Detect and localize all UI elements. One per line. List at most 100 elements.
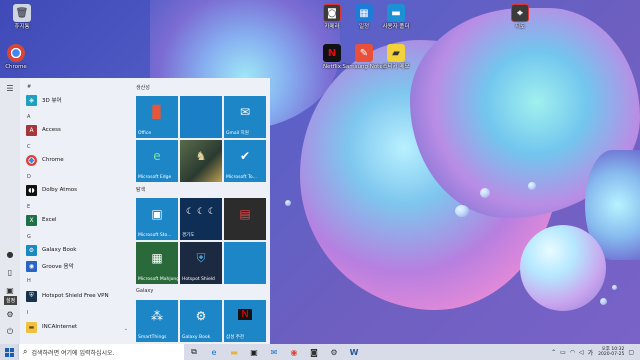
documents-icon[interactable]: ▯ xyxy=(4,266,16,278)
app-item-hotspot-shield[interactable]: ⛨ Hotspot Shield Free VPN xyxy=(26,290,109,302)
start-button[interactable] xyxy=(0,344,18,360)
wallpaper-drop xyxy=(528,182,536,190)
app-list-letter-header[interactable]: C xyxy=(27,144,31,150)
notification-icon[interactable]: ▢ xyxy=(628,349,634,356)
store-icon: ▣ xyxy=(250,347,258,357)
desktop-icon-recycle-bin[interactable]: 🗑 휴지통 xyxy=(2,4,42,31)
game-icon: ♞ xyxy=(195,149,207,163)
folder-icon: ▬ xyxy=(387,4,405,22)
groove-icon: ◉ xyxy=(26,260,37,272)
wallpaper-drop xyxy=(612,285,617,290)
user-avatar-icon[interactable]: ● xyxy=(4,248,16,260)
excel-icon: X xyxy=(26,214,37,226)
tile-group-header[interactable]: 생산성 xyxy=(136,84,150,91)
tile-area: 생산성 ▉ Office ✉ Gmail 지원 e Microsoft Edge… xyxy=(132,78,270,344)
mail-icon: ✉ xyxy=(239,105,251,119)
app-item-dolby-atmos[interactable]: ◖◗ Dolby Atmos xyxy=(26,184,77,196)
edge-icon: e xyxy=(153,149,161,163)
edge-icon: e xyxy=(211,347,217,357)
taskbar-edge[interactable]: e xyxy=(204,344,224,360)
wallpaper-bubble xyxy=(520,225,606,311)
taskbar-search-box[interactable]: ⌕ 검색하려면 여기에 입력하십시오. xyxy=(18,344,184,360)
settings-icon[interactable]: ⚙ xyxy=(4,308,16,320)
file-explorer-icon: ▬ xyxy=(230,347,238,357)
search-placeholder: 검색하려면 여기에 입력하십시오. xyxy=(31,349,115,357)
tile-samsung-recommend[interactable]: N 삼성 추천 xyxy=(224,300,266,342)
taskbar-word[interactable]: W xyxy=(344,344,364,360)
app-list-letter-header[interactable]: # xyxy=(27,84,31,90)
tile-microsoft-mahjong[interactable]: ▦ Microsoft Mahjong xyxy=(136,242,179,284)
hotspot-shield-icon: ⛨ xyxy=(26,290,37,302)
chevron-down-icon[interactable]: ⌄ xyxy=(124,326,128,332)
wallpaper-drop xyxy=(285,200,291,206)
notes-icon: ✎ xyxy=(355,44,373,62)
tile-galaxy-book[interactable]: ⚙ Galaxy Book xyxy=(180,300,222,342)
tile-play[interactable] xyxy=(224,242,266,284)
wifi-icon[interactable]: ◠ xyxy=(570,349,575,356)
folder-icon: ▬ xyxy=(26,321,37,333)
app-list-letter-header[interactable]: D xyxy=(27,174,31,180)
tile-smartthings[interactable]: ⁂ SmartThings xyxy=(136,300,178,342)
taskbar-store[interactable]: ▣ xyxy=(244,344,264,360)
pictures-icon[interactable]: ▣ xyxy=(4,284,16,296)
tile-microsoft-todo[interactable]: ✔ Microsoft To... xyxy=(224,140,266,182)
store-icon: ▣ xyxy=(151,207,163,221)
ime-indicator[interactable]: 가 xyxy=(588,348,594,357)
app-item-groove-music[interactable]: ◉ Groove 음악 xyxy=(26,260,74,272)
taskbar-mail[interactable]: ✉ xyxy=(264,344,284,360)
search-icon: ⌕ xyxy=(23,347,28,356)
tile-microsoft-store[interactable]: ▣ Microsoft Sto... xyxy=(136,198,178,240)
desktop-icon-maps[interactable]: ⌖ 지도 xyxy=(500,4,540,31)
tile-game[interactable]: ♞ xyxy=(180,140,222,182)
tile-group-header[interactable]: 탐색 xyxy=(136,186,145,193)
desktop-icon-user-folder[interactable]: ▬ 사용자 폴더 xyxy=(376,4,416,31)
app-list-letter-header[interactable]: I xyxy=(27,310,28,316)
power-icon[interactable]: ⏻ xyxy=(4,326,16,338)
app-list: # ◈ 3D 뷰어 A A Access C Chrome D ◖◗ Dolby… xyxy=(20,78,132,344)
settings-icon: ⚙ xyxy=(330,347,338,357)
app-item-3d-viewer[interactable]: ◈ 3D 뷰어 xyxy=(26,94,62,106)
app-item-access[interactable]: A Access xyxy=(26,124,61,136)
tile-news[interactable]: ▤ xyxy=(224,198,266,240)
volume-icon[interactable]: ◁ xyxy=(579,349,584,356)
clock-date: 2020-07-25 xyxy=(598,352,625,357)
app-item-incainternet[interactable]: ▬ INCAInternet xyxy=(26,321,77,333)
taskbar-clock[interactable]: 오후 10:32 2020-07-25 xyxy=(598,347,624,358)
battery-icon[interactable]: ▭ xyxy=(560,349,566,356)
taskbar-file-explorer[interactable]: ▬ xyxy=(224,344,244,360)
tile-group-header[interactable]: Galaxy xyxy=(136,288,153,294)
app-list-letter-header[interactable]: A xyxy=(27,114,30,120)
app-list-letter-header[interactable]: G xyxy=(27,234,31,240)
taskbar-task-view[interactable]: ⧉ xyxy=(184,344,204,360)
chrome-icon xyxy=(26,154,37,166)
tile-office[interactable]: ▉ Office xyxy=(136,96,178,138)
taskbar-camera[interactable]: ◙ xyxy=(304,344,324,360)
map-icon: ⌖ xyxy=(511,4,529,22)
tile-mail[interactable]: ✉ Gmail 지원 xyxy=(224,96,266,138)
taskbar-settings[interactable]: ⚙ xyxy=(324,344,344,360)
mahjong-icon: ▦ xyxy=(151,251,163,265)
wallpaper-drop xyxy=(480,188,490,198)
taskbar-chrome[interactable]: ◉ xyxy=(284,344,304,360)
tile-microsoft-edge[interactable]: e Microsoft Edge xyxy=(136,140,178,182)
app-list-letter-header[interactable]: H xyxy=(27,278,31,284)
app-list-letter-header[interactable]: E xyxy=(27,204,30,210)
start-menu: ☰ ● ▯ ▣ 설정 ⚙ ⏻ # ◈ 3D 뷰어 A A Access C Ch… xyxy=(0,78,270,344)
taskbar: ⌕ 검색하려면 여기에 입력하십시오. ⧉ e ▬ ▣ ✉ ◉ ◙ ⚙ W ⌃ … xyxy=(0,344,640,360)
tile-weather[interactable]: ☾ ☾ ☾ 경기도 xyxy=(180,198,222,240)
windows-logo-icon xyxy=(4,347,14,357)
desktop-icon-chrome[interactable]: Chrome xyxy=(0,44,36,71)
app-item-chrome[interactable]: Chrome xyxy=(26,154,64,166)
tile-hotspot-shield[interactable]: ⛨ Hotspot Shield xyxy=(180,242,222,284)
hamburger-menu-icon[interactable]: ☰ xyxy=(4,82,16,94)
recycle-bin-icon: 🗑 xyxy=(13,4,31,22)
tile-office-apps[interactable] xyxy=(180,96,222,138)
calendar-icon: ▦ xyxy=(355,4,373,22)
app-item-galaxy-book[interactable]: ⚙ Galaxy Book xyxy=(26,244,76,256)
camera-icon: ◙ xyxy=(310,347,318,357)
desktop-icon-sticky-notes[interactable]: ▰ 스티커 메모 xyxy=(376,44,416,71)
camera-icon: ◙ xyxy=(323,4,341,22)
app-item-excel[interactable]: X Excel xyxy=(26,214,57,226)
chevron-up-icon[interactable]: ⌃ xyxy=(551,349,556,356)
office-icon: ▉ xyxy=(152,105,162,119)
